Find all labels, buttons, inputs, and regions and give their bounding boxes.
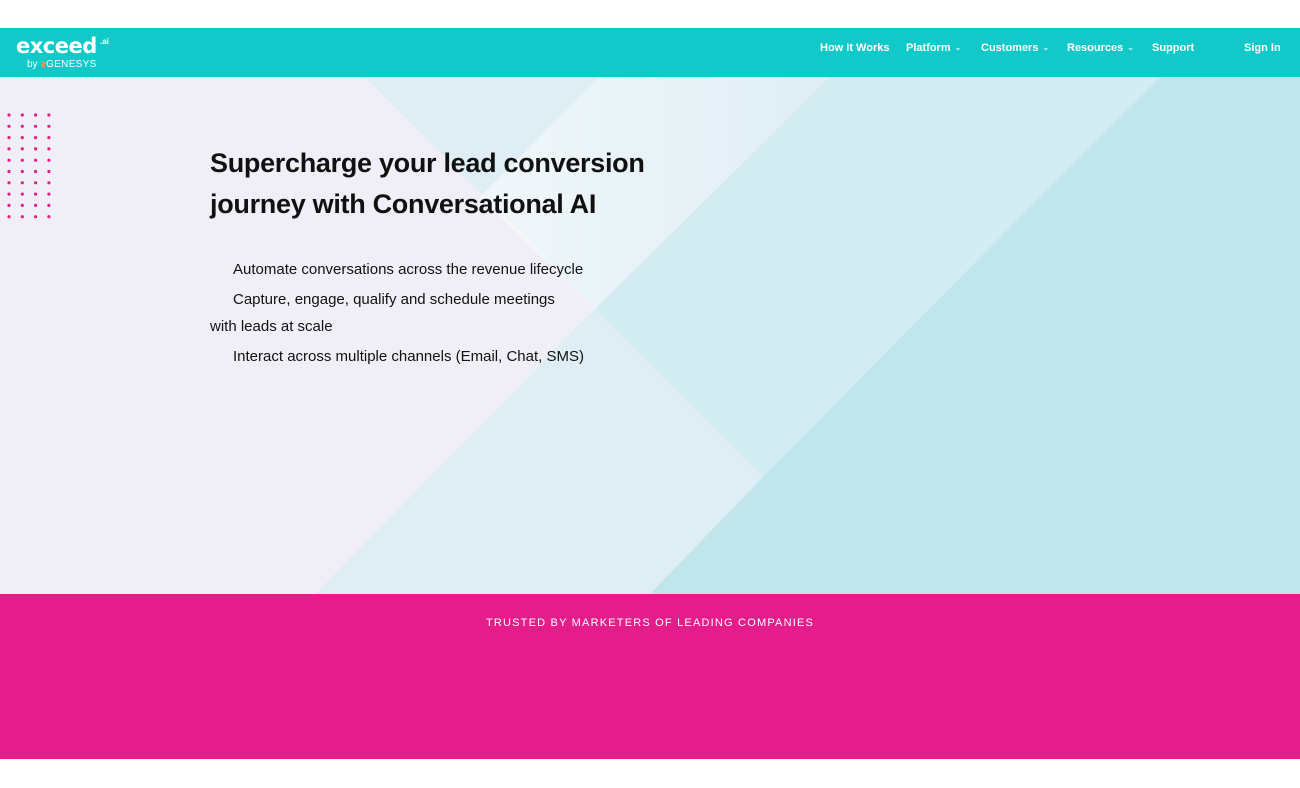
decorative-dot: [20, 169, 24, 174]
decorative-dot: [7, 113, 11, 117]
decorative-dot: [34, 124, 38, 128]
decorative-dot: [34, 215, 38, 219]
chevron-down-icon: ⌄: [1042, 43, 1050, 52]
hero-headline: Supercharge your lead conversion journey…: [210, 148, 645, 219]
decorative-dot-grid: [7, 113, 51, 219]
trusted-by-title: TRUSTED BY MARKETERS OF LEADING COMPANIE…: [485, 617, 815, 629]
hero-bullet-capture-line-1: Capture, engage, qualify and schedule me…: [233, 291, 555, 308]
chevron-down-icon: ⌄: [1127, 43, 1134, 52]
hero-section: Supercharge your lead conversion journey…: [0, 77, 1300, 594]
decorative-dot: [7, 147, 11, 151]
nav-resources-label: Resources: [1067, 42, 1124, 54]
decorative-dot: [20, 158, 24, 162]
nav-sign-in-label: Sign In: [1244, 42, 1281, 54]
decorative-dot: [47, 181, 51, 185]
nav-customers-label: Customers: [981, 42, 1039, 54]
logo-byline: by ƨGENESYS: [27, 59, 97, 70]
decorative-dot: [34, 158, 38, 162]
hero-bullet-channels: Interact across multiple channels (Email…: [233, 348, 584, 365]
decorative-dot: [47, 192, 51, 196]
hero-bullet-automate: Automate conversations across the revenu…: [233, 261, 584, 278]
nav-support[interactable]: Support: [1152, 42, 1194, 54]
nav-platform[interactable]: Platform ⌄: [906, 42, 961, 54]
decorative-dot: [20, 215, 24, 219]
decorative-dot: [47, 124, 51, 128]
logo-genesys-text: GENESYS: [46, 59, 97, 70]
nav-sign-in[interactable]: Sign In: [1244, 42, 1281, 54]
nav-customers[interactable]: Customers ⌄: [981, 42, 1049, 54]
nav-support-label: Support: [1152, 42, 1195, 54]
logo-wordmark: exceed: [16, 34, 97, 58]
decorative-dot: [7, 181, 11, 185]
decorative-dot: [20, 181, 24, 185]
nav-how-it-works[interactable]: How It Works: [820, 42, 889, 54]
decorative-dot: [20, 203, 24, 207]
decorative-dot: [7, 169, 11, 174]
nav-platform-label: Platform: [906, 42, 951, 54]
logo-ai-suffix: .ai: [100, 37, 109, 46]
decorative-dot: [7, 124, 11, 128]
decorative-dot: [7, 215, 11, 219]
chevron-down-icon: ⌄: [954, 43, 962, 52]
decorative-dot: [47, 158, 51, 162]
decorative-dot: [47, 113, 51, 117]
exceed-ai-logo[interactable]: exceed .ai by ƨGENESYS: [16, 34, 109, 70]
decorative-dot: [34, 169, 38, 174]
decorative-dot: [34, 181, 38, 185]
decorative-dot: [34, 113, 38, 117]
decorative-dot: [34, 136, 38, 140]
decorative-dot: [20, 124, 24, 128]
decorative-dot: [47, 169, 51, 174]
decorative-dot: [34, 147, 38, 151]
decorative-dot: [47, 147, 51, 151]
decorative-dot: [47, 203, 51, 207]
decorative-dot: [20, 113, 24, 117]
trusted-by-band: TRUSTED BY MARKETERS OF LEADING COMPANIE…: [0, 594, 1300, 759]
decorative-dot: [7, 136, 11, 140]
logo-by-text: by: [27, 59, 38, 70]
hero-bullet-capture-line-2: with leads at scale: [210, 318, 333, 335]
nav-resources[interactable]: Resources ⌄: [1067, 42, 1134, 54]
decorative-dot: [20, 147, 24, 151]
decorative-dot: [47, 215, 51, 219]
nav-how-it-works-label: How It Works: [820, 42, 890, 54]
top-navbar: exceed .ai by ƨGENESYS How It Works Platf…: [0, 28, 1300, 77]
decorative-dot: [7, 203, 11, 207]
decorative-dot: [20, 136, 24, 140]
decorative-dot: [7, 158, 11, 162]
decorative-dot: [47, 136, 51, 140]
decorative-dot: [7, 192, 11, 196]
decorative-dot: [20, 192, 24, 196]
decorative-dot: [34, 192, 38, 196]
decorative-dot: [34, 203, 38, 207]
